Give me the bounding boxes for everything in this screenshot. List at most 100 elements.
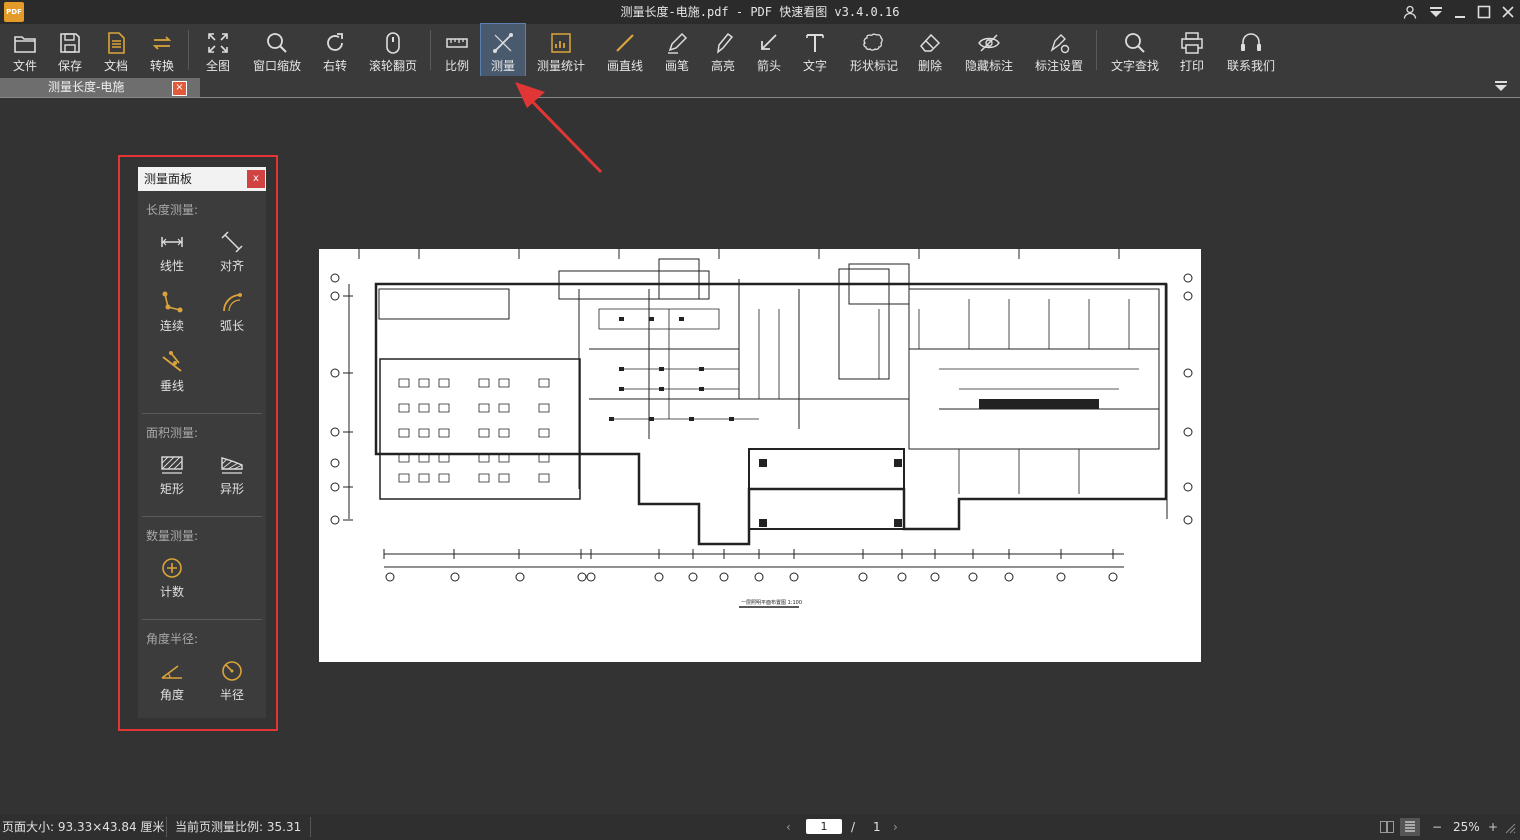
- panel-close-icon[interactable]: x: [247, 170, 265, 188]
- highlight-button[interactable]: 高亮: [703, 24, 743, 76]
- convert-icon: [152, 36, 172, 50]
- scale-button[interactable]: 比例: [437, 24, 477, 76]
- delete-button[interactable]: 删除: [910, 24, 950, 76]
- measure-button[interactable]: 测量: [480, 23, 526, 77]
- section-title-length: 长度测量:: [146, 203, 199, 217]
- continuous-measure-button[interactable]: 连续: [147, 285, 197, 339]
- arc-length-icon: [223, 293, 242, 312]
- fullscreen-icon: [208, 33, 228, 53]
- measure-stats-button[interactable]: 测量统计: [532, 24, 590, 76]
- resize-grip-icon[interactable]: [1504, 820, 1516, 834]
- radius-icon: [222, 661, 242, 681]
- save-button[interactable]: 保存: [50, 24, 90, 76]
- radius-button[interactable]: 半径: [207, 654, 257, 708]
- scroll-page-button[interactable]: 滚轮翻页: [364, 24, 422, 76]
- zoom-in-button[interactable]: +: [1488, 814, 1498, 840]
- document-page[interactable]: 一层照明平面布置图 1:100: [319, 249, 1201, 662]
- contact-us-button[interactable]: 联系我们: [1222, 24, 1280, 76]
- text-search-button[interactable]: 文字查找: [1106, 24, 1164, 76]
- documents-button[interactable]: 文档: [96, 24, 136, 76]
- hide-annotations-button[interactable]: 隐藏标注: [960, 24, 1018, 76]
- measure-scale-readout: 当前页测量比例: 35.31: [175, 820, 302, 834]
- menu-dropdown-icon[interactable]: [1424, 0, 1448, 24]
- rotate-right-button[interactable]: 右转: [315, 24, 355, 76]
- total-pages: 1: [873, 820, 881, 834]
- next-page-icon[interactable]: ›: [893, 814, 898, 840]
- highlighter-icon: [716, 32, 734, 54]
- zoom-out-button[interactable]: −: [1432, 814, 1442, 840]
- window-zoom-button[interactable]: 窗口缩放: [248, 24, 306, 76]
- arc-length-button[interactable]: 弧长: [207, 285, 257, 339]
- draw-line-button[interactable]: 画直线: [601, 24, 649, 76]
- toolbar-divider: [188, 30, 189, 70]
- linear-measure-button[interactable]: 线性: [147, 225, 197, 279]
- text-icon: [806, 34, 824, 52]
- tab-bar: 测量长度-电施 ×: [0, 76, 1520, 98]
- status-divider: [310, 817, 311, 837]
- annotation-arrow: [515, 82, 603, 174]
- cloud-shape-icon: [863, 33, 883, 51]
- printer-icon: [1181, 32, 1203, 54]
- count-button[interactable]: 计数: [147, 551, 197, 605]
- zoom-level: 25%: [1453, 820, 1480, 834]
- panel-header[interactable]: 测量面板 x: [138, 167, 266, 191]
- main-toolbar: 文件 保存 文档 转换 全图 窗口缩放 右转 滚轮翻页 比例 测量 测量统计 画…: [0, 23, 1520, 77]
- stats-icon: [551, 33, 571, 53]
- two-page-view-icon[interactable]: [1380, 821, 1394, 836]
- title-bar: PDF 测量长度-电施.pdf - PDF 快速看图 v3.4.0.16: [0, 0, 1520, 24]
- perpendicular-icon: [162, 351, 182, 372]
- section-title-count: 数量测量:: [146, 529, 199, 543]
- convert-button[interactable]: 转换: [142, 24, 182, 76]
- eye-off-icon: [978, 34, 1000, 52]
- perpendicular-measure-button[interactable]: 垂线: [147, 345, 197, 399]
- search-icon: [1125, 33, 1145, 53]
- maximize-icon[interactable]: [1472, 0, 1496, 24]
- rectangle-area-button[interactable]: 矩形: [147, 448, 197, 502]
- shape-mark-button[interactable]: 形状标记: [845, 24, 903, 76]
- aligned-measure-icon: [221, 231, 243, 253]
- rectangle-area-icon: [161, 456, 183, 474]
- tab-close-icon[interactable]: ×: [172, 81, 187, 96]
- document-icon: [108, 32, 125, 54]
- pen-button[interactable]: 画笔: [657, 24, 697, 76]
- annotation-settings-icon: [1050, 34, 1070, 54]
- measure-icon: [493, 33, 513, 53]
- status-divider: [166, 817, 167, 837]
- section-divider: [142, 516, 262, 517]
- angle-button[interactable]: 角度: [147, 654, 197, 708]
- close-window-icon[interactable]: [1496, 0, 1520, 24]
- section-divider: [142, 413, 262, 414]
- status-bar: 页面大小: 93.33×43.84 厘米 当前页测量比例: 35.31 ‹ 1 …: [0, 814, 1520, 840]
- window-title: 测量长度-电施.pdf - PDF 快速看图 v3.4.0.16: [620, 5, 900, 19]
- annotation-settings-button[interactable]: 标注设置: [1030, 24, 1088, 76]
- rotate-right-icon: [327, 33, 343, 51]
- zoom-icon: [267, 33, 287, 53]
- toolbar-divider: [430, 30, 431, 70]
- tab-list-dropdown-icon[interactable]: [1494, 80, 1508, 95]
- angle-icon: [161, 665, 182, 679]
- folder-icon: [14, 36, 36, 53]
- single-page-view-icon[interactable]: [1400, 818, 1420, 836]
- headset-icon: [1241, 33, 1261, 51]
- tab-document[interactable]: 测量长度-电施 ×: [0, 78, 200, 97]
- arrow-icon: [761, 34, 777, 50]
- page-number-input[interactable]: 1: [806, 819, 842, 834]
- fit-all-button[interactable]: 全图: [198, 24, 238, 76]
- irregular-area-button[interactable]: 异形: [207, 448, 257, 502]
- mouse-icon: [386, 32, 400, 54]
- aligned-measure-button[interactable]: 对齐: [207, 225, 257, 279]
- toolbar-divider: [1096, 30, 1097, 70]
- drawing-caption: 一层照明平面布置图 1:100: [741, 599, 802, 606]
- line-icon: [616, 34, 634, 52]
- text-button[interactable]: 文字: [795, 24, 835, 76]
- section-divider: [142, 619, 262, 620]
- print-button[interactable]: 打印: [1172, 24, 1212, 76]
- irregular-area-icon: [221, 457, 243, 474]
- user-icon[interactable]: [1398, 0, 1422, 24]
- minimize-icon[interactable]: [1448, 0, 1472, 24]
- arrow-button[interactable]: 箭头: [749, 24, 789, 76]
- file-button[interactable]: 文件: [5, 24, 45, 76]
- prev-page-icon[interactable]: ‹: [786, 814, 791, 840]
- panel-title: 测量面板: [144, 172, 193, 186]
- floor-plan-drawing: 一层照明平面布置图 1:100: [330, 249, 1193, 608]
